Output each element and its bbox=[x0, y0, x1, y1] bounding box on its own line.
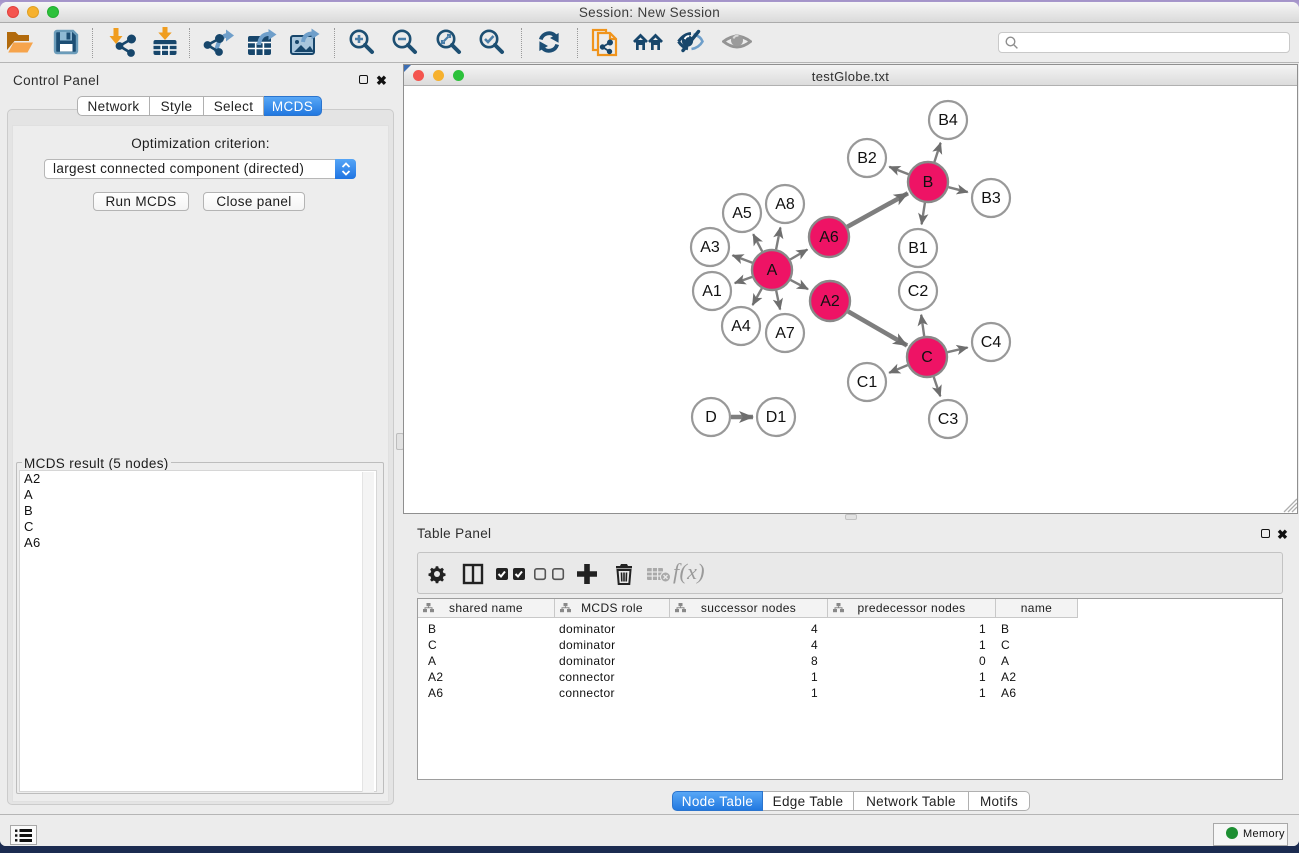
svg-text:C1: C1 bbox=[857, 374, 878, 391]
svg-text:A7: A7 bbox=[775, 325, 795, 342]
svg-text:B: B bbox=[923, 174, 934, 191]
svg-text:C3: C3 bbox=[938, 411, 959, 428]
svg-text:D: D bbox=[705, 409, 717, 426]
svg-text:A6: A6 bbox=[819, 229, 839, 246]
svg-text:B1: B1 bbox=[908, 240, 928, 257]
svg-text:A4: A4 bbox=[731, 318, 751, 335]
svg-text:C4: C4 bbox=[981, 334, 1002, 351]
svg-text:A1: A1 bbox=[702, 283, 722, 300]
svg-text:A2: A2 bbox=[820, 293, 840, 310]
svg-text:A3: A3 bbox=[700, 239, 720, 256]
svg-text:C2: C2 bbox=[908, 283, 929, 300]
svg-text:C: C bbox=[921, 349, 933, 366]
svg-text:B3: B3 bbox=[981, 190, 1001, 207]
svg-text:A5: A5 bbox=[732, 205, 752, 222]
svg-text:D1: D1 bbox=[766, 409, 787, 426]
svg-text:B2: B2 bbox=[857, 150, 877, 167]
svg-text:A8: A8 bbox=[775, 196, 795, 213]
svg-text:B4: B4 bbox=[938, 112, 958, 129]
svg-text:A: A bbox=[767, 262, 778, 279]
